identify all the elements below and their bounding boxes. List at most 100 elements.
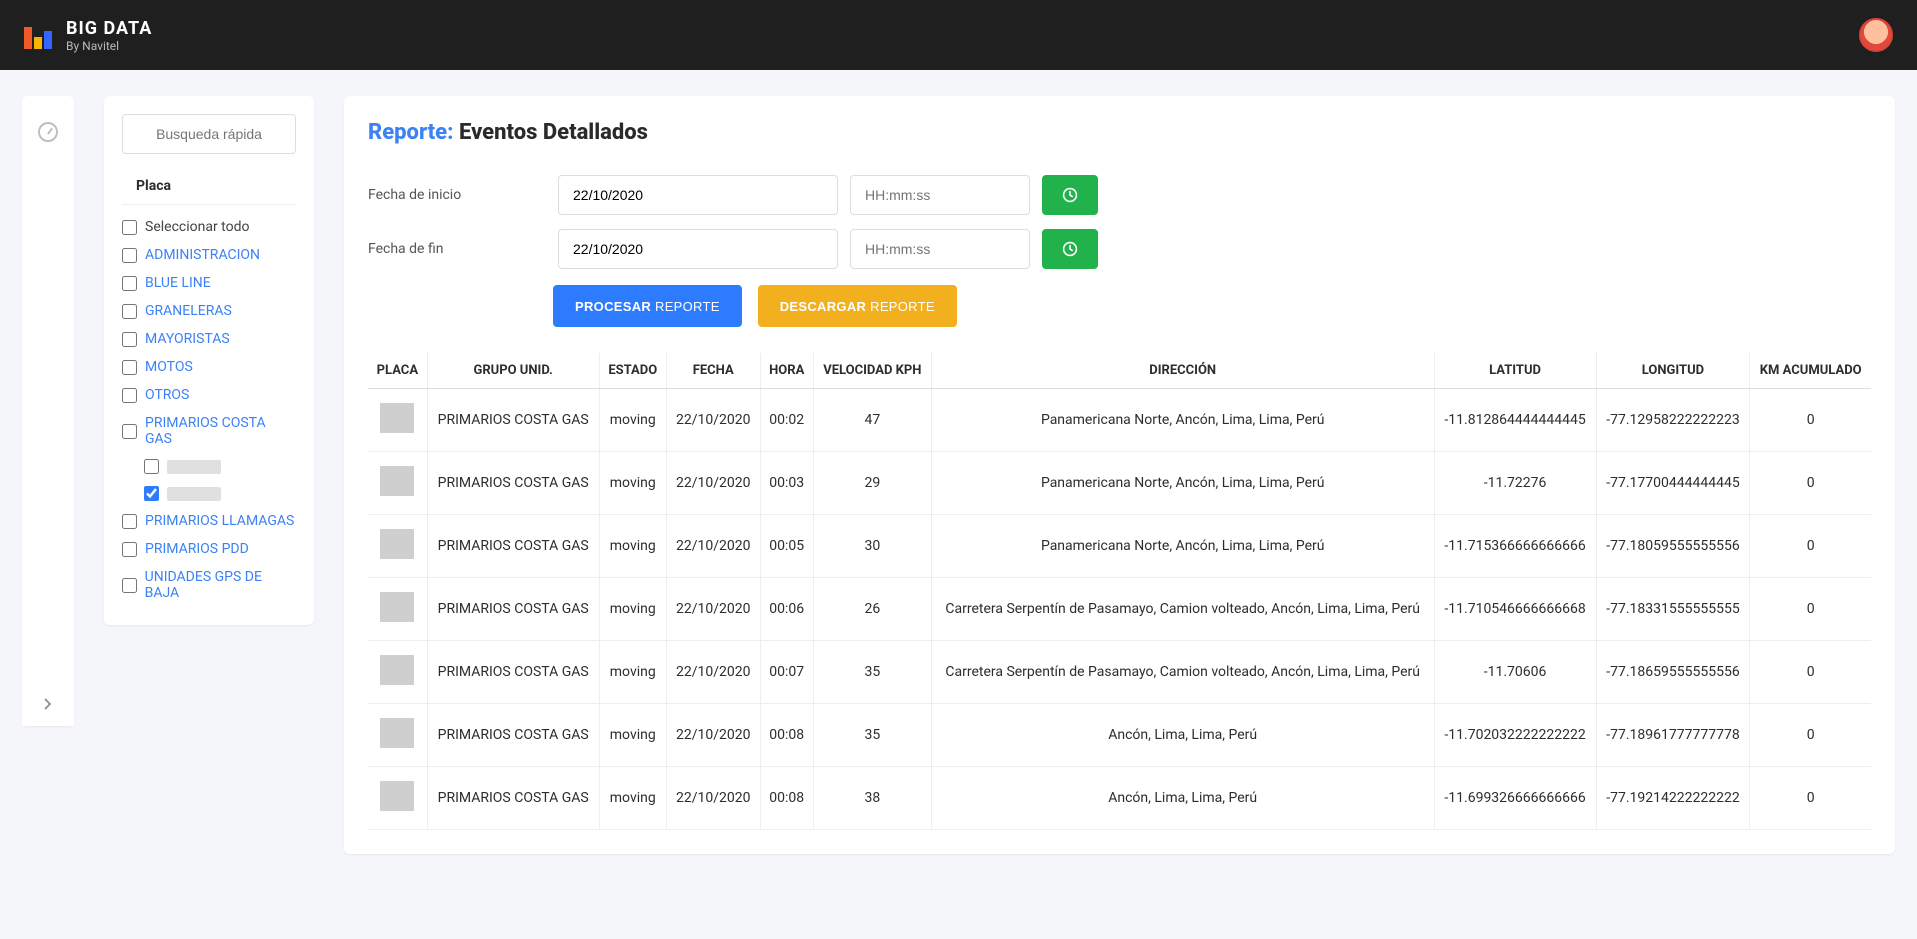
topbar: BIG DATA By Navitel <box>0 0 1917 70</box>
filter-label[interactable]: OTROS <box>145 387 189 403</box>
filter-label[interactable]: UNIDADES GPS DE BAJA <box>145 569 296 601</box>
table-cell: PRIMARIOS COSTA GAS <box>427 767 599 830</box>
filter-label[interactable]: PRIMARIOS LLAMAGAS <box>145 513 294 529</box>
table-header-cell: LONGITUD <box>1596 353 1750 389</box>
table-cell: -11.699326666666666 <box>1434 767 1596 830</box>
placa-redacted <box>380 655 414 685</box>
filter-label[interactable]: PRIMARIOS COSTA GAS <box>145 415 296 447</box>
table-header-cell: VELOCIDAD KPH <box>813 353 931 389</box>
process-report-button[interactable]: PROCESAR REPORTE <box>553 285 742 327</box>
table-cell: -77.19214222222222 <box>1596 767 1750 830</box>
table-cell: Panamericana Norte, Ancón, Lima, Lima, P… <box>931 452 1434 515</box>
table-cell: moving <box>599 452 666 515</box>
start-date-input[interactable] <box>558 175 838 215</box>
table-cell: moving <box>599 515 666 578</box>
avatar[interactable] <box>1859 18 1893 52</box>
filter-label[interactable]: BLUE LINE <box>145 275 211 291</box>
filter-checkbox[interactable] <box>122 276 137 291</box>
end-date-input[interactable] <box>558 229 838 269</box>
table-cell: moving <box>599 578 666 641</box>
events-table: PLACAGRUPO UNID.ESTADOFECHAHORAVELOCIDAD… <box>368 353 1871 830</box>
table-cell: 0 <box>1750 452 1871 515</box>
redacted-label <box>167 487 221 501</box>
brand-subtitle: By Navitel <box>66 39 152 53</box>
filter-label[interactable]: MAYORISTAS <box>145 331 230 347</box>
filter-item: ADMINISTRACION <box>122 241 296 269</box>
placa-redacted <box>380 718 414 748</box>
filter-checkbox[interactable] <box>144 459 159 474</box>
table-cell: 22/10/2020 <box>666 515 760 578</box>
table-cell: 47 <box>813 389 931 452</box>
filter-checkbox[interactable] <box>122 542 137 557</box>
table-cell <box>368 704 427 767</box>
table-header-cell: LATITUD <box>1434 353 1596 389</box>
table-cell: 29 <box>813 452 931 515</box>
table-cell: moving <box>599 704 666 767</box>
report-title-name: Eventos Detallados <box>459 120 648 145</box>
filter-checkbox[interactable] <box>122 360 137 375</box>
table-cell <box>368 641 427 704</box>
table-cell <box>368 578 427 641</box>
table-row: PRIMARIOS COSTA GASmoving22/10/202000:07… <box>368 641 1871 704</box>
clock-icon <box>1062 241 1078 257</box>
report-title: Reporte: Eventos Detallados <box>368 120 1871 145</box>
table-cell: 22/10/2020 <box>666 452 760 515</box>
filter-item: PRIMARIOS COSTA GAS <box>122 409 296 453</box>
filter-section-title: Placa <box>122 172 296 205</box>
table-cell: -77.17700444444445 <box>1596 452 1750 515</box>
set-end-time-button[interactable] <box>1042 229 1098 269</box>
table-cell: 00:02 <box>760 389 813 452</box>
filter-checkbox[interactable] <box>122 220 137 235</box>
filter-checkbox[interactable] <box>144 486 159 501</box>
start-time-input[interactable] <box>850 175 1030 215</box>
set-start-time-button[interactable] <box>1042 175 1098 215</box>
table-header-cell: DIRECCIÓN <box>931 353 1434 389</box>
table-header-cell: KM ACUMULADO <box>1750 353 1871 389</box>
table-cell: -77.12958222222223 <box>1596 389 1750 452</box>
search-input[interactable] <box>122 114 296 154</box>
filter-label[interactable]: Seleccionar todo <box>145 219 249 235</box>
table-cell: 0 <box>1750 767 1871 830</box>
filter-label[interactable]: ADMINISTRACION <box>145 247 260 263</box>
dashboard-icon[interactable] <box>38 122 58 142</box>
filter-item: MOTOS <box>122 353 296 381</box>
filter-checkbox[interactable] <box>122 424 137 439</box>
filter-label[interactable]: GRANELERAS <box>145 303 232 319</box>
filter-checkbox[interactable] <box>122 248 137 263</box>
table-cell: -11.710546666666668 <box>1434 578 1596 641</box>
filter-item <box>122 480 296 507</box>
table-cell: 38 <box>813 767 931 830</box>
table-cell <box>368 767 427 830</box>
table-cell: 00:06 <box>760 578 813 641</box>
filter-item: UNIDADES GPS DE BAJA <box>122 563 296 607</box>
download-btn-light: REPORTE <box>870 299 935 314</box>
filter-checkbox[interactable] <box>122 514 137 529</box>
filter-item: GRANELERAS <box>122 297 296 325</box>
table-cell: 0 <box>1750 704 1871 767</box>
table-cell: -11.70606 <box>1434 641 1596 704</box>
table-cell: Panamericana Norte, Ancón, Lima, Lima, P… <box>931 389 1434 452</box>
table-cell: -11.715366666666666 <box>1434 515 1596 578</box>
end-time-input[interactable] <box>850 229 1030 269</box>
expand-sidebar-button[interactable] <box>22 682 74 726</box>
filter-label[interactable]: PRIMARIOS PDD <box>145 541 249 557</box>
filter-label[interactable]: MOTOS <box>145 359 193 375</box>
table-body: PRIMARIOS COSTA GASmoving22/10/202000:02… <box>368 389 1871 830</box>
table-cell: -11.72276 <box>1434 452 1596 515</box>
table-row: PRIMARIOS COSTA GASmoving22/10/202000:03… <box>368 452 1871 515</box>
table-cell: 00:07 <box>760 641 813 704</box>
filter-checkbox[interactable] <box>122 578 137 593</box>
filter-item <box>122 453 296 480</box>
filter-checkbox[interactable] <box>122 388 137 403</box>
filter-checkbox[interactable] <box>122 304 137 319</box>
table-cell: moving <box>599 641 666 704</box>
report-title-prefix: Reporte: <box>368 120 454 145</box>
filter-checkbox[interactable] <box>122 332 137 347</box>
end-date-label: Fecha de fin <box>368 241 558 257</box>
table-cell: -77.18659555555556 <box>1596 641 1750 704</box>
table-cell: 22/10/2020 <box>666 578 760 641</box>
table-cell: PRIMARIOS COSTA GAS <box>427 704 599 767</box>
clock-icon <box>1062 187 1078 203</box>
download-report-button[interactable]: DESCARGAR REPORTE <box>758 285 957 327</box>
table-row: PRIMARIOS COSTA GASmoving22/10/202000:02… <box>368 389 1871 452</box>
